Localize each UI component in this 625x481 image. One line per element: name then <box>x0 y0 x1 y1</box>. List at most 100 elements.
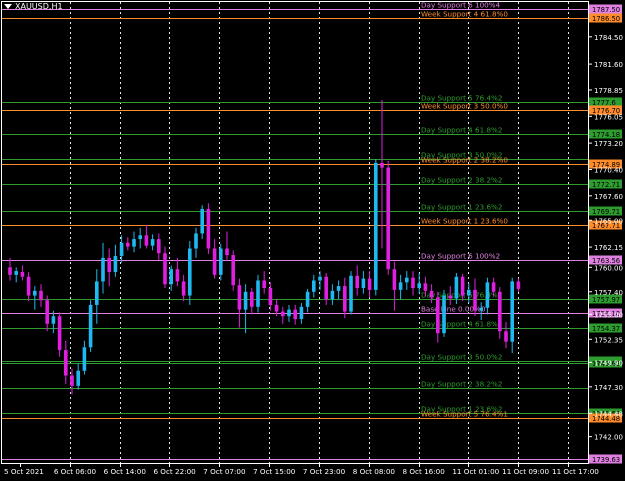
candle <box>405 271 409 290</box>
price-tag-label: 1772.71 <box>592 181 620 189</box>
candle-body <box>336 286 341 291</box>
level-label: Day Support 6 100%2 <box>421 252 500 261</box>
candle-body <box>39 290 43 301</box>
candle-body <box>516 281 521 289</box>
chart-header: XAUUSD,H1 <box>4 2 63 11</box>
candle-body <box>119 242 124 257</box>
candle <box>113 244 118 277</box>
candle <box>398 274 403 300</box>
candle-body <box>150 239 155 246</box>
candle-body <box>312 280 316 292</box>
x-tick-label: 5 Oct 2021 <box>4 467 44 476</box>
candle <box>101 242 105 294</box>
candle-body <box>367 278 372 290</box>
candle <box>355 265 359 296</box>
candle <box>299 303 304 324</box>
candle-body <box>299 306 304 320</box>
candle <box>392 261 397 311</box>
x-tick-label: 6 Oct 14:00 <box>104 467 147 476</box>
candle-body <box>324 276 328 300</box>
candle-body <box>268 288 273 305</box>
chart-grid <box>70 2 569 463</box>
candle <box>330 284 335 305</box>
candle <box>39 284 43 307</box>
candle-body <box>51 316 56 324</box>
x-tick-label: 7 Oct 07:00 <box>203 467 246 476</box>
candle <box>237 278 242 328</box>
candle-body <box>132 239 136 247</box>
candle-body <box>64 350 68 376</box>
candle-body <box>26 276 31 296</box>
level-label: Day Support 4 61.8%2 <box>421 126 502 135</box>
candle-body <box>113 256 118 273</box>
x-tick-label: 8 Oct 08:00 <box>353 467 396 476</box>
candle <box>14 267 18 283</box>
candle <box>510 277 514 353</box>
x-tick-label: 6 Oct 22:00 <box>153 467 196 476</box>
y-tick-label: 1781.60 <box>594 61 623 69</box>
candle-body <box>101 257 105 282</box>
candle <box>386 160 390 275</box>
candle <box>163 246 167 289</box>
candle <box>8 257 12 281</box>
candle-body <box>57 316 62 351</box>
y-tick-label: 1760.00 <box>594 264 623 272</box>
candle <box>312 274 316 298</box>
y-tick-label: 1744.48 <box>594 410 623 418</box>
support-levels: Day Support 6 100%41787.50Week Support 4… <box>2 1 622 464</box>
x-tick-label: 11 Oct 09:00 <box>502 467 549 476</box>
candle-body <box>349 275 353 312</box>
time-axis: 5 Oct 2021 6 Oct 06:00 6 Oct 14:00 6 Oct 22… <box>4 463 599 476</box>
candle <box>206 203 211 255</box>
candle <box>262 271 266 294</box>
candle <box>107 248 111 287</box>
candle-body <box>374 162 378 290</box>
candle <box>305 288 310 313</box>
candle <box>45 295 49 332</box>
candle-body <box>305 291 310 307</box>
candle <box>442 289 446 337</box>
candle <box>82 340 87 375</box>
chevron-down-icon[interactable] <box>4 4 12 9</box>
candle-body <box>411 277 415 289</box>
price-tag-label: 1754.37 <box>592 325 620 333</box>
price-tag-label: 1739.63 <box>592 456 620 464</box>
y-tick-label: 1757.40 <box>594 289 623 297</box>
candle <box>175 257 180 287</box>
candle <box>256 274 260 313</box>
candle <box>194 227 198 258</box>
candle <box>361 271 366 294</box>
y-tick-label: 1747.30 <box>594 384 623 392</box>
candle <box>157 233 161 260</box>
candle-body <box>293 309 297 320</box>
x-tick-label: 8 Oct 16:00 <box>403 467 446 476</box>
candle <box>150 234 155 251</box>
candle-body <box>473 289 477 311</box>
candle <box>76 363 80 390</box>
y-tick-label: 1770.40 <box>594 166 623 174</box>
candle <box>33 286 37 310</box>
candle-body <box>460 276 465 296</box>
candle <box>138 227 142 249</box>
price-chart[interactable]: Day Support 6 100%41787.50Week Support 4… <box>0 0 625 481</box>
candle-body <box>231 255 235 286</box>
candle-body <box>225 248 229 256</box>
candle-body <box>8 267 12 275</box>
candle-body <box>491 282 496 292</box>
candle-body <box>250 291 254 307</box>
candle-body <box>423 283 428 291</box>
candle-body <box>262 280 266 289</box>
x-tick-label: 11 Oct 17:00 <box>552 467 599 476</box>
candle <box>504 321 508 349</box>
y-tick-label: 1773.20 <box>594 140 623 148</box>
candle-body <box>256 280 260 307</box>
candle <box>250 288 254 315</box>
candle-body <box>479 307 483 311</box>
candle <box>212 239 217 279</box>
price-tag-label: 1787.50 <box>592 6 620 14</box>
candle-body <box>318 276 322 281</box>
chart-frame <box>1 1 589 464</box>
price-tag-label: 1774.18 <box>592 131 620 139</box>
candle-body <box>144 235 149 246</box>
price-tag-label: 1769.71 <box>592 208 620 216</box>
